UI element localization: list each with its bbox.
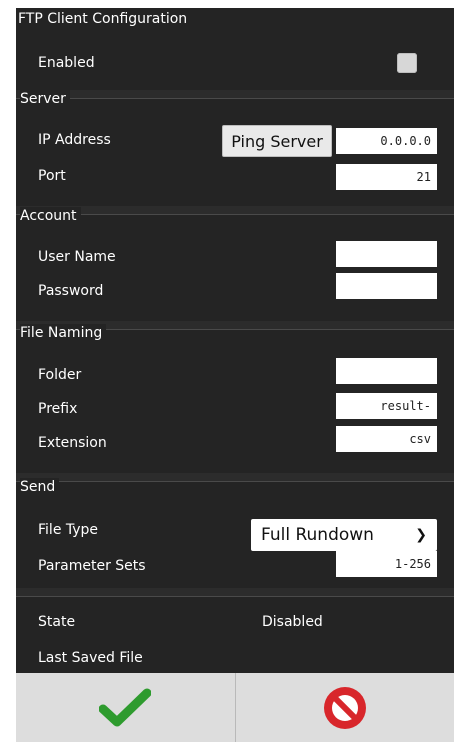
- extension-input[interactable]: csv: [336, 426, 437, 452]
- password-input[interactable]: [336, 273, 437, 299]
- user-name-input[interactable]: [336, 241, 437, 267]
- enabled-checkbox[interactable]: [397, 53, 417, 73]
- file-type-value: Full Rundown: [261, 525, 374, 545]
- action-bar: [16, 673, 454, 742]
- port-input[interactable]: 21: [336, 164, 437, 190]
- chevron-down-icon: ❯: [415, 527, 427, 543]
- port-label: Port: [38, 168, 66, 184]
- folder-input[interactable]: [336, 358, 437, 384]
- ip-address-label: IP Address: [38, 132, 111, 148]
- parameter-sets-label: Parameter Sets: [38, 558, 146, 574]
- send-divider: [16, 473, 454, 481]
- state-label: State: [38, 614, 76, 630]
- checkmark-icon: [99, 688, 152, 726]
- ip-address-input[interactable]: 0.0.0.0: [336, 128, 437, 154]
- prefix-label: Prefix: [38, 401, 78, 417]
- file-type-label: File Type: [38, 522, 99, 538]
- enabled-label: Enabled: [38, 55, 95, 71]
- user-name-label: User Name: [38, 249, 116, 265]
- status-divider-line: [16, 596, 454, 597]
- ping-server-button[interactable]: Ping Server: [222, 125, 332, 157]
- status-divider: [16, 588, 454, 596]
- folder-label: Folder: [38, 367, 82, 383]
- section-title-server: Server: [20, 90, 70, 108]
- account-divider: [16, 206, 454, 214]
- section-title-account: Account: [20, 207, 81, 225]
- server-divider-line: [16, 98, 454, 99]
- confirm-button[interactable]: [16, 673, 235, 742]
- last-saved-file-label: Last Saved File: [38, 650, 143, 666]
- section-title-send: Send: [20, 478, 60, 496]
- cancel-button[interactable]: [236, 673, 455, 742]
- state-value: Disabled: [262, 614, 323, 630]
- file-type-select[interactable]: Full Rundown ❯: [251, 519, 437, 551]
- server-divider: [16, 90, 454, 98]
- extension-label: Extension: [38, 435, 107, 451]
- parameter-sets-input[interactable]: 1-256: [336, 551, 437, 577]
- prefix-input[interactable]: result-: [336, 393, 437, 419]
- account-divider-line: [16, 214, 454, 215]
- password-label: Password: [38, 283, 104, 299]
- ftp-config-panel: FTP Client Configuration Enabled Server …: [16, 8, 454, 742]
- send-divider-line: [16, 481, 454, 482]
- no-entry-icon: [323, 686, 366, 729]
- section-title-file-naming: File Naming: [20, 324, 107, 342]
- panel-title: FTP Client Configuration: [16, 8, 192, 30]
